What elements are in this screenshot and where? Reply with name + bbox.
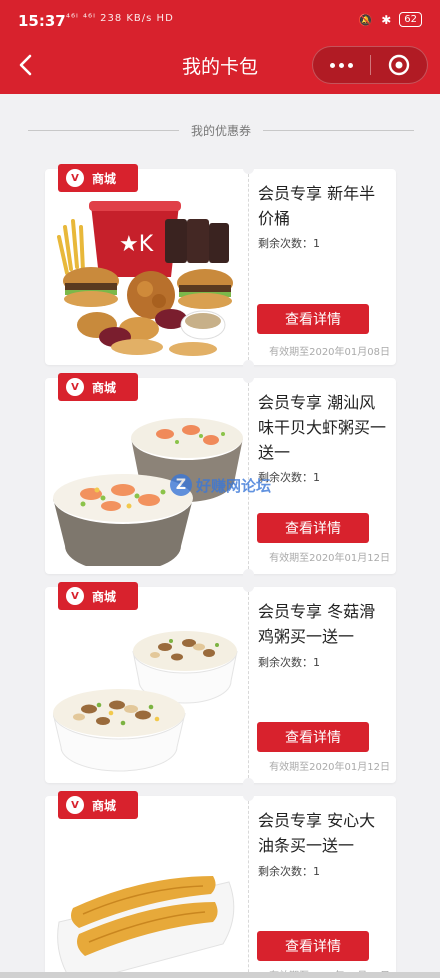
- divider-line: [263, 129, 415, 131]
- tag-label: 商城: [92, 380, 117, 395]
- more-dots-icon: [329, 62, 335, 68]
- coupon-tag-mall: V 商城: [58, 791, 138, 819]
- view-details-button[interactable]: 查看详情: [257, 513, 369, 543]
- battery-indicator: 62: [399, 12, 422, 27]
- more-button[interactable]: [313, 47, 370, 83]
- silent-icon: 🔕: [358, 12, 374, 27]
- miniprogram-capsule: [312, 46, 428, 84]
- coupon-image-mushroom-congee: [53, 615, 243, 775]
- view-details-button[interactable]: 查看详情: [257, 304, 369, 334]
- section-title: 我的优惠券: [191, 123, 252, 138]
- watermark: Z 好赚网论坛: [170, 474, 271, 496]
- coupon-title: 会员专享 新年半价桶: [258, 184, 376, 228]
- coupon-remaining: 剩余次数：1: [258, 656, 320, 669]
- coupon-expiry: 有效期至2020年01月12日: [269, 553, 390, 564]
- status-bar: 15:37 ⁴⁶ᴵ ⁴⁶ᴵ 238 KB/s HD 🔕 ✱ 62: [0, 0, 440, 40]
- z-logo-icon: Z: [170, 474, 192, 496]
- svg-text:★K: ★K: [119, 232, 154, 257]
- tag-label: 商城: [92, 589, 117, 604]
- coupon-image-bucket-meal: ★K: [53, 197, 243, 357]
- status-time: 15:37: [18, 12, 66, 30]
- view-details-button[interactable]: 查看详情: [257, 931, 369, 961]
- nav-bar: 我的卡包: [0, 40, 440, 94]
- brand-v-icon: V: [66, 796, 84, 814]
- coupon-title: 会员专享 潮汕风味干贝大虾粥买一送一: [258, 393, 387, 462]
- coupon-tag-mall: V 商城: [58, 582, 138, 610]
- coupon-card[interactable]: ★K V 商城 会员专享 新年半价桶 剩余次数：1 查看详情 有效期至2020年…: [45, 163, 396, 371]
- tag-label: 商城: [92, 171, 117, 186]
- coupon-divider: [243, 163, 254, 371]
- coupon-tag-mall: V 商城: [58, 373, 138, 401]
- view-details-button[interactable]: 查看详情: [257, 722, 369, 752]
- brand-v-icon: V: [66, 169, 84, 187]
- coupon-expiry: 有效期至2020年01月12日: [269, 762, 390, 773]
- coupon-divider: [243, 790, 254, 978]
- coupon-title: 会员专享 冬菇滑鸡粥买一送一: [258, 602, 376, 646]
- coupon-card[interactable]: V 商城 会员专享 冬菇滑鸡粥买一送一 剩余次数：1 查看详情 有效期至2020…: [45, 581, 396, 789]
- tag-label: 商城: [92, 798, 117, 813]
- coupon-divider: [243, 581, 254, 789]
- close-miniprogram-button[interactable]: [370, 47, 427, 83]
- watermark-text: 好赚网论坛: [196, 476, 272, 495]
- divider-line: [28, 129, 179, 131]
- coupon-title: 会员专享 安心大油条买一送一: [258, 811, 376, 855]
- status-icons: 🔕 ✱ 62: [358, 12, 422, 27]
- coupon-remaining: 剩余次数：1: [258, 865, 320, 878]
- coupon-expiry: 有效期至2020年01月08日: [269, 347, 390, 358]
- bluetooth-icon: ✱: [381, 12, 392, 27]
- coupon-tag-mall: V 商城: [58, 164, 138, 192]
- coupon-card[interactable]: V 商城 会员专享 安心大油条买一送一 剩余次数：1 查看详情 有效期至2020…: [45, 790, 396, 978]
- coupon-remaining: 剩余次数：1: [258, 237, 320, 250]
- coupon-image-dough-sticks: [53, 824, 243, 978]
- target-circle-icon: [388, 54, 409, 76]
- bottom-bar: [0, 972, 440, 978]
- network-indicator: ⁴⁶ᴵ ⁴⁶ᴵ 238 KB/s HD: [66, 13, 174, 24]
- brand-v-icon: V: [66, 378, 84, 396]
- brand-v-icon: V: [66, 587, 84, 605]
- section-header: 我的优惠券: [28, 120, 415, 140]
